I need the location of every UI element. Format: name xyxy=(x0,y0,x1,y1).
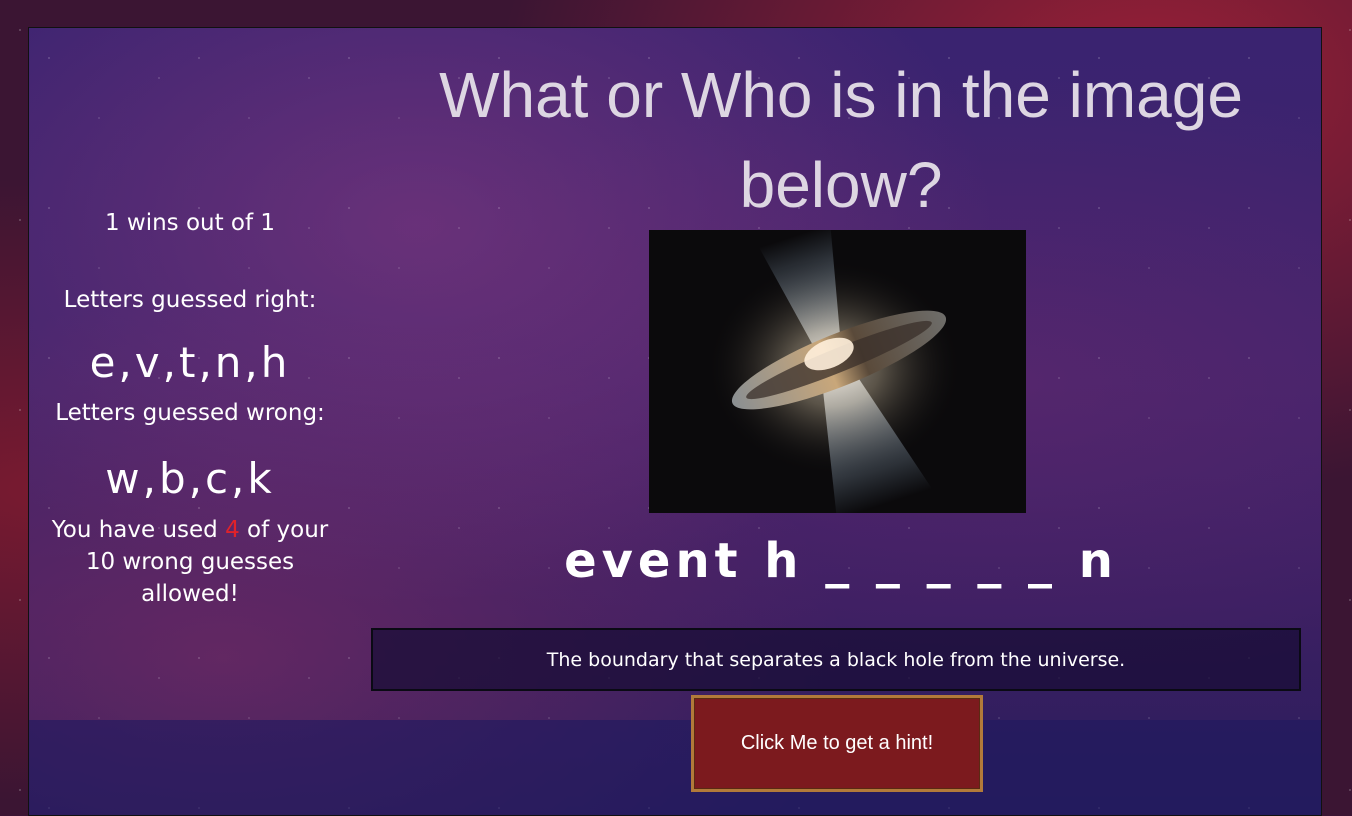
get-hint-button[interactable]: Click Me to get a hint! xyxy=(691,695,983,792)
wins-counter: 1 wins out of 1 xyxy=(104,210,276,236)
wrong-guesses-letters: w,b,c,k xyxy=(105,454,275,503)
used-prefix: You have used xyxy=(51,517,218,543)
hint-text-box: The boundary that separates a black hole… xyxy=(371,628,1301,691)
right-guesses-letters: e,v,t,n,h xyxy=(89,338,291,387)
wrong-guesses-label: Letters guessed wrong: xyxy=(55,400,325,426)
right-guesses-label: Letters guessed right: xyxy=(63,287,317,313)
footer-band xyxy=(29,720,1321,815)
game-panel: 1 wins out of 1 Letters guessed right: e… xyxy=(28,27,1322,816)
wrong-guesses-status: You have used 4 of your 10 wrong guesses… xyxy=(41,514,339,610)
black-hole-image xyxy=(649,230,1026,513)
word-puzzle: event h _ _ _ _ _ n xyxy=(564,533,1118,589)
used-count: 4 xyxy=(225,517,240,543)
hint-text: The boundary that separates a black hole… xyxy=(546,648,1126,671)
page-title: What or Who is in the image below? xyxy=(439,59,1243,221)
